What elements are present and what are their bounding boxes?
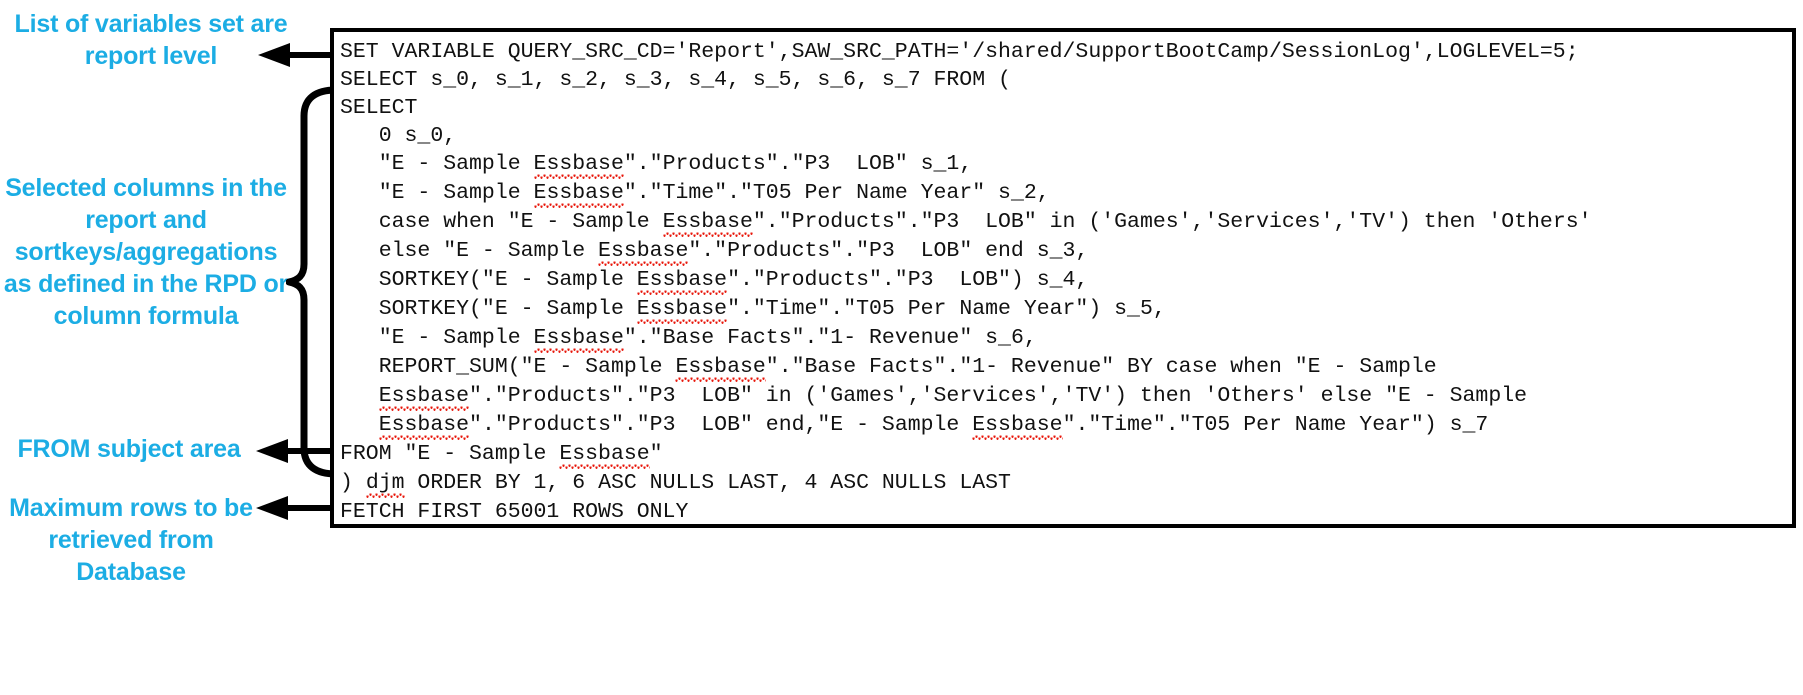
code-line: else "E - Sample Essbase"."Products"."P3… <box>340 237 1792 266</box>
annotation-variables-label: List of variables set are report level <box>14 10 288 70</box>
code-text: "."Products"."P3 LOB" end,"E - Sample <box>469 413 973 437</box>
spellcheck-underlined-word: Essbase <box>559 440 650 469</box>
code-text: "E - Sample <box>340 326 534 350</box>
code-text: "."Base Facts"."1- Revenue" s_6, <box>623 326 1037 350</box>
code-line: Essbase"."Products"."P3 LOB" in ('Games'… <box>340 382 1792 411</box>
code-text: "."Time"."T05 Per Name Year") s_5, <box>727 297 1166 321</box>
code-line: FETCH FIRST 65001 ROWS ONLY <box>340 498 1792 524</box>
code-text: SET VARIABLE QUERY_SRC_CD='Report',SAW_S… <box>340 40 1579 64</box>
spellcheck-underlined-word: djm <box>365 469 405 498</box>
code-text: "."Time"."T05 Per Name Year" s_2, <box>623 181 1050 205</box>
code-text: "."Products"."P3 LOB") s_4, <box>727 268 1089 292</box>
code-line: "E - Sample Essbase"."Base Facts"."1- Re… <box>340 324 1792 353</box>
code-line: SORTKEY("E - Sample Essbase"."Products".… <box>340 266 1792 295</box>
code-text: "E - Sample <box>340 181 534 205</box>
code-line: SET VARIABLE QUERY_SRC_CD='Report',SAW_S… <box>340 38 1792 66</box>
code-line: SORTKEY("E - Sample Essbase"."Time"."T05… <box>340 295 1792 324</box>
code-line: 0 s_0, <box>340 122 1792 150</box>
annotation-columns-label: Selected columns in the report and sortk… <box>3 174 289 330</box>
code-text: 0 s_0, <box>340 124 457 148</box>
code-text: "E - Sample <box>340 152 534 176</box>
annotated-sql-diagram: List of variables set are report level S… <box>0 0 1803 695</box>
spellcheck-underlined-word: Essbase <box>533 324 624 353</box>
code-text: "."Base Facts"."1- Revenue" BY case when… <box>765 355 1437 379</box>
code-text: " <box>649 442 663 466</box>
code-line: SELECT s_0, s_1, s_2, s_3, s_4, s_5, s_6… <box>340 66 1792 94</box>
code-line: FROM "E - Sample Essbase" <box>340 440 1792 469</box>
code-text: FROM "E - Sample <box>340 442 560 466</box>
code-text: "."Products"."P3 LOB" in ('Games','Servi… <box>469 384 1528 408</box>
code-text: FETCH FIRST 65001 ROWS ONLY <box>340 500 689 524</box>
code-text: case when "E - Sample <box>340 210 663 234</box>
code-text: "."Products"."P3 LOB" s_1, <box>623 152 973 176</box>
code-text: "."Time"."T05 Per Name Year") s_7 <box>1062 413 1489 437</box>
arrow-to-fetch-line <box>256 495 336 521</box>
code-line: REPORT_SUM("E - Sample Essbase"."Base Fa… <box>340 353 1792 382</box>
code-text: SELECT s_0, s_1, s_2, s_3, s_4, s_5, s_6… <box>340 68 1011 92</box>
spellcheck-underlined-word: Essbase <box>972 411 1063 440</box>
code-line: "E - Sample Essbase"."Time"."T05 Per Nam… <box>340 179 1792 208</box>
code-text: "."Products"."P3 LOB" in ('Games','Servi… <box>752 210 1592 234</box>
code-text: else "E - Sample <box>340 239 599 263</box>
code-text: SORTKEY("E - Sample <box>340 297 637 321</box>
code-text: "."Products"."P3 LOB" end s_3, <box>688 239 1089 263</box>
code-line: ) djm ORDER BY 1, 6 ASC NULLS LAST, 4 AS… <box>340 469 1792 498</box>
spellcheck-underlined-word: Essbase <box>636 295 728 324</box>
code-text: ORDER BY 1, 6 ASC NULLS LAST, 4 ASC NULL… <box>404 471 1011 495</box>
spellcheck-underlined-word: Essbase <box>598 237 689 266</box>
code-text: SELECT <box>340 96 418 120</box>
annotation-maxrows-label: Maximum rows to be retrieved from Databa… <box>9 494 253 586</box>
sql-code-panel[interactable]: SET VARIABLE QUERY_SRC_CD='Report',SAW_S… <box>330 28 1796 528</box>
spellcheck-underlined-word: Essbase <box>675 353 766 382</box>
arrow-to-variables-line <box>258 42 336 68</box>
code-line: SELECT <box>340 94 1792 122</box>
spellcheck-underlined-word: Essbase <box>662 208 753 237</box>
code-text: ) <box>340 471 366 495</box>
code-line: case when "E - Sample Essbase"."Products… <box>340 208 1792 237</box>
spellcheck-underlined-word: Essbase <box>533 150 624 179</box>
spellcheck-underlined-word: Essbase <box>636 266 728 295</box>
annotation-from-label: FROM subject area <box>17 435 241 463</box>
spellcheck-underlined-word: Essbase <box>378 382 470 411</box>
code-text: REPORT_SUM("E - Sample <box>340 355 676 379</box>
code-line: Essbase"."Products"."P3 LOB" end,"E - Sa… <box>340 411 1792 440</box>
spellcheck-underlined-word: Essbase <box>378 411 470 440</box>
arrow-to-from-line <box>256 438 336 464</box>
code-text: SORTKEY("E - Sample <box>340 268 637 292</box>
code-line: "E - Sample Essbase"."Products"."P3 LOB"… <box>340 150 1792 179</box>
sql-code-lines[interactable]: SET VARIABLE QUERY_SRC_CD='Report',SAW_S… <box>340 38 1792 524</box>
spellcheck-underlined-word: Essbase <box>533 179 624 208</box>
